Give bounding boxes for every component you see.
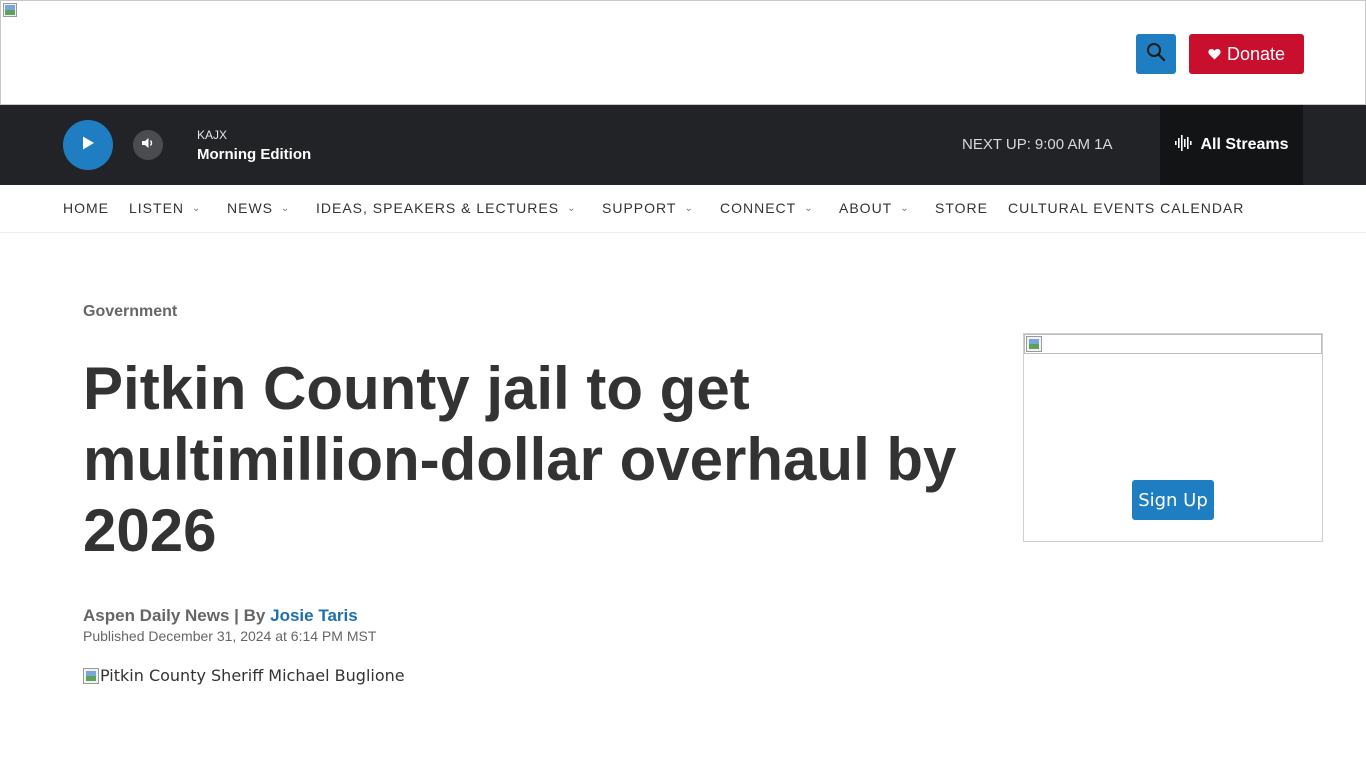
newsletter-signup-box: Sign Up (1023, 333, 1323, 542)
nav-item-cultural-events-calendar[interactable]: CULTURAL EVENTS CALENDAR (1008, 200, 1244, 216)
nav-item-about[interactable]: ABOUT ⌄ (839, 200, 909, 216)
hero-image-alt-text: Pitkin County Sheriff Michael Buglione (100, 666, 405, 685)
chevron-down-icon: ⌄ (900, 202, 909, 214)
nav-item-connect[interactable]: CONNECT ⌄ (720, 200, 813, 216)
promo-image (1024, 334, 1322, 354)
chevron-down-icon: ⌄ (684, 202, 693, 214)
all-streams-label: All Streams (1200, 136, 1289, 153)
next-up: NEXT UP: 9:00 AM 1A (962, 136, 1112, 153)
chevron-down-icon: ⌄ (192, 202, 201, 214)
chevron-down-icon: ⌄ (281, 202, 290, 214)
search-icon (1146, 42, 1166, 67)
article-byline: Aspen Daily News | By Josie Taris (83, 606, 358, 626)
sign-up-button[interactable]: Sign Up (1132, 480, 1214, 520)
byline-separator: | By (229, 606, 271, 625)
nav-label: CONNECT (720, 200, 797, 216)
author-link[interactable]: Josie Taris (270, 606, 358, 625)
site-logo-image[interactable] (2, 2, 18, 18)
article-headline: Pitkin County jail to get multimillion-d… (83, 355, 957, 564)
next-up-time: 9:00 AM 1A (1034, 136, 1113, 153)
chevron-down-icon: ⌄ (804, 202, 813, 214)
hero-image: Pitkin County Sheriff Michael Buglione (83, 666, 405, 685)
article-source: Aspen Daily News (83, 606, 230, 625)
published-date: Published December 31, 2024 at 6:14 PM M… (83, 628, 377, 644)
volume-icon (141, 136, 155, 154)
nav-item-news[interactable]: NEWS ⌄ (227, 200, 289, 216)
play-button[interactable] (63, 120, 113, 170)
nav-label: SUPPORT (602, 200, 677, 216)
donate-button[interactable]: Donate (1189, 34, 1304, 74)
nav-label: HOME (63, 200, 109, 216)
nav-label: LISTEN (129, 200, 185, 216)
donate-label: Donate (1226, 43, 1286, 64)
nav-label: IDEAS, SPEAKERS & LECTURES (316, 200, 560, 216)
broken-image-icon (83, 667, 99, 684)
nav-item-ideas-speakers-lectures[interactable]: IDEAS, SPEAKERS & LECTURES ⌄ (316, 200, 575, 216)
nav-label: ABOUT (839, 200, 893, 216)
volume-button[interactable] (133, 130, 163, 160)
nav-label: STORE (935, 200, 988, 216)
site-header: Donate (0, 0, 1366, 105)
next-up-label: NEXT UP: (962, 136, 1031, 153)
main-navigation: HOME LISTEN ⌄ NEWS ⌄ IDEAS, SPEAKERS & LEC… (0, 185, 1366, 233)
nav-item-store[interactable]: STORE (935, 200, 988, 216)
article-category-link[interactable]: Government (83, 303, 177, 321)
audio-wave-icon (1174, 134, 1194, 157)
play-icon (80, 135, 96, 156)
nav-label: NEWS (227, 200, 273, 216)
station-name: KAJX (197, 128, 228, 142)
broken-image-icon (1026, 336, 1042, 352)
chevron-down-icon: ⌄ (567, 202, 576, 214)
nav-item-listen[interactable]: LISTEN ⌄ (129, 200, 200, 216)
program-name: Morning Edition (197, 146, 312, 163)
nav-item-support[interactable]: SUPPORT ⌄ (602, 200, 693, 216)
search-button[interactable] (1136, 34, 1176, 74)
all-streams-button[interactable]: All Streams (1160, 105, 1303, 185)
audio-player-bar: KAJX Morning Edition NEXT UP: 9:00 AM 1A … (0, 105, 1366, 185)
heart-icon (1208, 48, 1221, 60)
nav-label: CULTURAL EVENTS CALENDAR (1008, 200, 1245, 216)
nav-item-home[interactable]: HOME (63, 200, 109, 216)
